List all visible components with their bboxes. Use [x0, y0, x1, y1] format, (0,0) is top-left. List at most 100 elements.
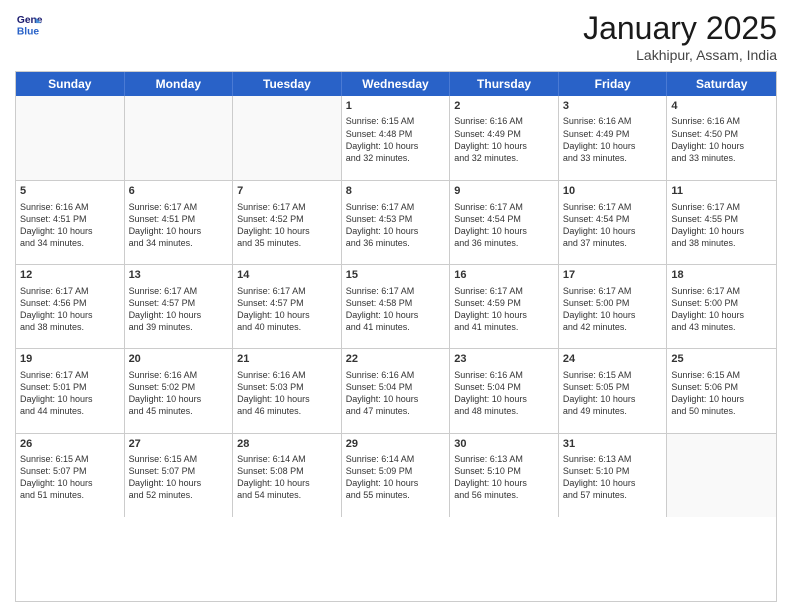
day-info: Sunrise: 6:15 AM Sunset: 4:48 PM Dayligh… — [346, 115, 446, 164]
day-info: Sunrise: 6:16 AM Sunset: 5:04 PM Dayligh… — [346, 369, 446, 418]
day-cell: 16Sunrise: 6:17 AM Sunset: 4:59 PM Dayli… — [450, 265, 559, 348]
day-cell: 28Sunrise: 6:14 AM Sunset: 5:08 PM Dayli… — [233, 434, 342, 517]
day-cell: 5 Sunrise: 6:16 AM Sunset: 4:51 PM Daylig… — [16, 181, 125, 264]
day-number: 21 — [237, 352, 337, 367]
day-number: 27 — [129, 437, 229, 452]
day-number: 16 — [454, 268, 554, 283]
day-info: Sunrise: 6:15 AM Sunset: 5:07 PM Dayligh… — [129, 453, 229, 502]
day-cell: 26Sunrise: 6:15 AM Sunset: 5:07 PM Dayli… — [16, 434, 125, 517]
day-info: Sunrise: 6:17 AM Sunset: 4:53 PM Dayligh… — [346, 201, 446, 250]
day-number: 20 — [129, 352, 229, 367]
month-title: January 2025 — [583, 10, 777, 47]
day-number: 26 — [20, 437, 120, 452]
day-cell: 15 Sunrise: 6:17 AM Sunset: 4:58 PM Dayli… — [342, 265, 451, 348]
day-number: 12 — [20, 268, 120, 283]
day-number: 24 — [563, 352, 663, 367]
week-row: 19 Sunrise: 6:17 AM Sunset: 5:01 PM Dayli… — [16, 348, 776, 432]
day-info: Sunrise: 6:17 AM Sunset: 4:54 PM Dayligh… — [563, 201, 663, 250]
day-cell: 11Sunrise: 6:17 AM Sunset: 4:55 PM Dayli… — [667, 181, 776, 264]
day-headers: SundayMondayTuesdayWednesdayThursdayFrid… — [16, 72, 776, 96]
day-info: Sunrise: 6:16 AM Sunset: 4:50 PM Dayligh… — [671, 115, 772, 164]
day-cell: 14Sunrise: 6:17 AM Sunset: 4:57 PM Dayli… — [233, 265, 342, 348]
day-cell — [233, 96, 342, 180]
day-cell: 23 Sunrise: 6:16 AM Sunset: 5:04 PM Dayli… — [450, 349, 559, 432]
day-header-tuesday: Tuesday — [233, 72, 342, 96]
day-cell — [667, 434, 776, 517]
day-cell: 3Sunrise: 6:16 AM Sunset: 4:49 PM Daylig… — [559, 96, 668, 180]
page-header: General Blue January 2025 Lakhipur, Assa… — [15, 10, 777, 63]
day-info: Sunrise: 6:13 AM Sunset: 5:10 PM Dayligh… — [454, 453, 554, 502]
day-cell: 25Sunrise: 6:15 AM Sunset: 5:06 PM Dayli… — [667, 349, 776, 432]
day-cell: 22Sunrise: 6:16 AM Sunset: 5:04 PM Dayli… — [342, 349, 451, 432]
day-number: 28 — [237, 437, 337, 452]
calendar: SundayMondayTuesdayWednesdayThursdayFrid… — [15, 71, 777, 602]
day-info: Sunrise: 6:17 AM Sunset: 5:01 PM Dayligh… — [20, 369, 120, 418]
day-info: Sunrise: 6:17 AM Sunset: 4:51 PM Dayligh… — [129, 201, 229, 250]
day-cell: 21 Sunrise: 6:16 AM Sunset: 5:03 PM Dayli… — [233, 349, 342, 432]
day-info: Sunrise: 6:17 AM Sunset: 4:57 PM Dayligh… — [237, 285, 337, 334]
day-info: Sunrise: 6:17 AM Sunset: 4:56 PM Dayligh… — [20, 285, 120, 334]
day-cell: 9Sunrise: 6:17 AM Sunset: 4:54 PM Daylig… — [450, 181, 559, 264]
day-cell: 8 Sunrise: 6:17 AM Sunset: 4:53 PM Daylig… — [342, 181, 451, 264]
day-info: Sunrise: 6:17 AM Sunset: 5:00 PM Dayligh… — [563, 285, 663, 334]
day-info: Sunrise: 6:16 AM Sunset: 4:49 PM Dayligh… — [563, 115, 663, 164]
day-info: Sunrise: 6:16 AM Sunset: 5:02 PM Dayligh… — [129, 369, 229, 418]
location: Lakhipur, Assam, India — [583, 47, 777, 63]
day-header-wednesday: Wednesday — [342, 72, 451, 96]
day-number: 23 — [454, 352, 554, 367]
day-info: Sunrise: 6:15 AM Sunset: 5:07 PM Dayligh… — [20, 453, 120, 502]
svg-text:General: General — [17, 15, 43, 26]
calendar-body: 1Sunrise: 6:15 AM Sunset: 4:48 PM Daylig… — [16, 96, 776, 601]
day-info: Sunrise: 6:17 AM Sunset: 5:00 PM Dayligh… — [671, 285, 772, 334]
day-number: 19 — [20, 352, 120, 367]
day-info: Sunrise: 6:17 AM Sunset: 4:57 PM Dayligh… — [129, 285, 229, 334]
day-cell: 4Sunrise: 6:16 AM Sunset: 4:50 PM Daylig… — [667, 96, 776, 180]
day-cell — [125, 96, 234, 180]
day-number: 5 — [20, 184, 120, 199]
day-cell: 27Sunrise: 6:15 AM Sunset: 5:07 PM Dayli… — [125, 434, 234, 517]
day-cell — [16, 96, 125, 180]
day-header-saturday: Saturday — [667, 72, 776, 96]
day-number: 31 — [563, 437, 663, 452]
day-number: 25 — [671, 352, 772, 367]
day-cell: 13 Sunrise: 6:17 AM Sunset: 4:57 PM Dayli… — [125, 265, 234, 348]
day-cell: 17 Sunrise: 6:17 AM Sunset: 5:00 PM Dayli… — [559, 265, 668, 348]
week-row: 5 Sunrise: 6:16 AM Sunset: 4:51 PM Daylig… — [16, 180, 776, 264]
day-number: 9 — [454, 184, 554, 199]
day-number: 7 — [237, 184, 337, 199]
day-info: Sunrise: 6:13 AM Sunset: 5:10 PM Dayligh… — [563, 453, 663, 502]
day-info: Sunrise: 6:14 AM Sunset: 5:09 PM Dayligh… — [346, 453, 446, 502]
day-cell: 31Sunrise: 6:13 AM Sunset: 5:10 PM Dayli… — [559, 434, 668, 517]
day-cell: 29Sunrise: 6:14 AM Sunset: 5:09 PM Dayli… — [342, 434, 451, 517]
day-number: 4 — [671, 99, 772, 114]
day-cell: 6 Sunrise: 6:17 AM Sunset: 4:51 PM Daylig… — [125, 181, 234, 264]
day-number: 29 — [346, 437, 446, 452]
day-number: 6 — [129, 184, 229, 199]
day-info: Sunrise: 6:16 AM Sunset: 4:51 PM Dayligh… — [20, 201, 120, 250]
day-cell: 2Sunrise: 6:16 AM Sunset: 4:49 PM Daylig… — [450, 96, 559, 180]
day-number: 17 — [563, 268, 663, 283]
day-info: Sunrise: 6:16 AM Sunset: 5:04 PM Dayligh… — [454, 369, 554, 418]
day-cell: 12 Sunrise: 6:17 AM Sunset: 4:56 PM Dayli… — [16, 265, 125, 348]
day-number: 3 — [563, 99, 663, 114]
day-info: Sunrise: 6:14 AM Sunset: 5:08 PM Dayligh… — [237, 453, 337, 502]
day-number: 8 — [346, 184, 446, 199]
day-number: 30 — [454, 437, 554, 452]
day-header-friday: Friday — [559, 72, 668, 96]
day-info: Sunrise: 6:17 AM Sunset: 4:58 PM Dayligh… — [346, 285, 446, 334]
day-cell: 20 Sunrise: 6:16 AM Sunset: 5:02 PM Dayli… — [125, 349, 234, 432]
day-number: 10 — [563, 184, 663, 199]
day-cell: 30Sunrise: 6:13 AM Sunset: 5:10 PM Dayli… — [450, 434, 559, 517]
day-info: Sunrise: 6:15 AM Sunset: 5:05 PM Dayligh… — [563, 369, 663, 418]
logo-icon: General Blue — [15, 10, 43, 38]
day-number: 13 — [129, 268, 229, 283]
day-info: Sunrise: 6:16 AM Sunset: 4:49 PM Dayligh… — [454, 115, 554, 164]
svg-text:Blue: Blue — [17, 26, 40, 37]
day-cell: 18Sunrise: 6:17 AM Sunset: 5:00 PM Dayli… — [667, 265, 776, 348]
day-header-thursday: Thursday — [450, 72, 559, 96]
day-number: 15 — [346, 268, 446, 283]
day-number: 11 — [671, 184, 772, 199]
week-row: 12 Sunrise: 6:17 AM Sunset: 4:56 PM Dayli… — [16, 264, 776, 348]
day-info: Sunrise: 6:16 AM Sunset: 5:03 PM Dayligh… — [237, 369, 337, 418]
day-cell: 10 Sunrise: 6:17 AM Sunset: 4:54 PM Dayli… — [559, 181, 668, 264]
